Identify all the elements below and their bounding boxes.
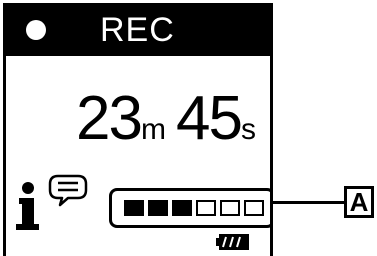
level-meter xyxy=(109,188,270,228)
info-speech-icon xyxy=(16,174,88,230)
level-meter-cells xyxy=(124,200,264,216)
elapsed-seconds: 45 xyxy=(175,84,243,153)
level-segment-filled xyxy=(172,200,192,216)
callout-label-a: A xyxy=(344,186,374,218)
callout-label-text: A xyxy=(349,186,369,217)
level-segment-filled xyxy=(124,200,144,216)
seconds-unit: s xyxy=(240,113,256,146)
level-segment-empty xyxy=(220,200,240,216)
recorder-display: REC 23m 45s xyxy=(3,3,273,256)
elapsed-time: 23m 45s xyxy=(76,84,256,165)
rec-status-label: REC xyxy=(100,11,175,49)
elapsed-minutes: 23 xyxy=(76,84,143,153)
level-segment-empty xyxy=(244,200,264,216)
display-header: REC xyxy=(6,6,270,56)
battery-icon xyxy=(216,234,249,250)
record-dot-icon xyxy=(26,20,46,40)
level-segment-filled xyxy=(148,200,168,216)
level-segment-empty xyxy=(196,200,216,216)
minutes-unit: m xyxy=(140,113,166,146)
callout-leader-line xyxy=(270,201,344,204)
